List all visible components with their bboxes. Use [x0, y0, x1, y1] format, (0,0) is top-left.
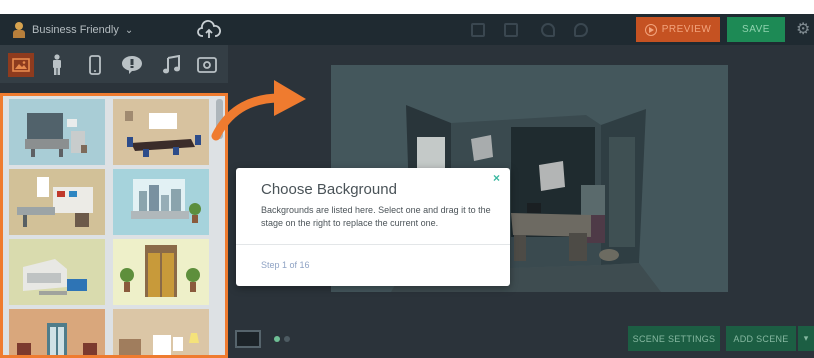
scene-settings-button[interactable]: SCENE SETTINGS — [628, 326, 720, 351]
add-scene-dropdown[interactable]: ▾ — [798, 326, 814, 351]
theme-name: Business Friendly — [32, 24, 119, 36]
scene-dot-active[interactable] — [274, 336, 280, 342]
chevron-down-icon: ⌄ — [124, 24, 134, 36]
add-scene-button[interactable]: ADD SCENE — [726, 326, 796, 351]
image-icon — [12, 58, 30, 72]
phone-icon — [89, 55, 101, 75]
undo-icon[interactable] — [541, 23, 555, 37]
crop-tool-icon[interactable] — [504, 23, 518, 37]
scene-dots — [274, 336, 290, 342]
tab-video[interactable] — [196, 54, 218, 76]
tab-text[interactable] — [121, 54, 143, 76]
pointer-tool-icon[interactable] — [471, 23, 485, 37]
tab-music[interactable] — [160, 54, 182, 76]
scene-dot[interactable] — [284, 336, 290, 342]
theme-character-icon — [12, 22, 26, 38]
speech-bubble-icon — [122, 56, 142, 74]
music-note-icon — [163, 55, 180, 74]
tooltip-body: Backgrounds are listed here. Select one … — [261, 205, 491, 228]
preview-label: PREVIEW — [661, 24, 712, 35]
background-thumb-meeting-room[interactable] — [113, 99, 209, 165]
background-thumb-lab[interactable] — [9, 169, 105, 235]
background-thumb-copy-room[interactable] — [9, 239, 105, 305]
redo-icon[interactable] — [574, 23, 588, 37]
top-toolbar: Business Friendly ⌄ PREVIEW SAVE ⚙ — [0, 14, 814, 45]
background-thumb-office-cubicle[interactable] — [9, 99, 105, 165]
tab-props[interactable] — [84, 54, 106, 76]
asset-tab-bar — [0, 45, 228, 83]
gear-icon[interactable]: ⚙ — [796, 19, 810, 39]
close-icon[interactable]: × — [493, 171, 500, 185]
background-thumb-city-office[interactable] — [113, 169, 209, 235]
background-library-panel — [0, 93, 228, 358]
tooltip-step-counter: Step 1 of 16 — [261, 260, 310, 270]
background-thumb-lobby-warm[interactable] — [9, 309, 105, 355]
scene-bar: SCENE SETTINGS ADD SCENE ▾ — [228, 320, 814, 358]
tooltip-divider — [236, 244, 510, 245]
preview-button[interactable]: PREVIEW — [636, 17, 720, 42]
video-icon — [197, 57, 217, 73]
tab-characters[interactable] — [46, 54, 68, 76]
theme-selector[interactable]: Business Friendly ⌄ — [12, 20, 133, 40]
background-thumb-lobby-plain[interactable] — [113, 309, 209, 355]
background-thumb-elevator-lobby[interactable] — [113, 239, 209, 305]
save-button[interactable]: SAVE — [727, 17, 785, 42]
character-icon — [53, 54, 61, 75]
play-circle-icon — [644, 23, 657, 36]
video-editor: Business Friendly ⌄ PREVIEW SAVE ⚙ SCENE… — [0, 14, 814, 358]
cloud-upload-icon[interactable] — [197, 19, 221, 41]
tab-backgrounds[interactable] — [8, 53, 34, 77]
camera-thumbnail-icon[interactable] — [235, 330, 261, 348]
tooltip-title: Choose Background — [261, 181, 397, 198]
tutorial-tooltip: Choose Background × Backgrounds are list… — [236, 168, 510, 286]
tutorial-arrow-icon — [211, 80, 306, 141]
